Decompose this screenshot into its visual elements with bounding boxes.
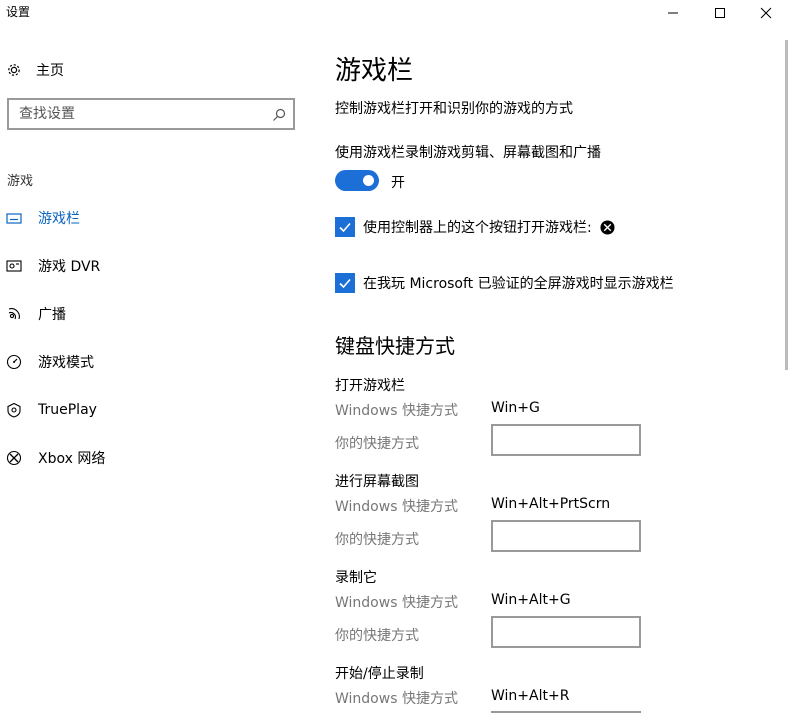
xbox-icon <box>6 450 22 466</box>
game-bar-icon <box>6 210 22 226</box>
sidebar-item-label: TruePlay <box>38 402 97 418</box>
search-input[interactable] <box>9 100 259 128</box>
game-dvr-icon <box>6 258 22 274</box>
shortcut-title: 开始/停止录制 <box>335 666 424 682</box>
fullscreen-game-checkbox[interactable] <box>335 273 355 293</box>
fullscreen-checkbox-row: 在我玩 Microsoft 已验证的全屏游戏时显示游戏栏 <box>363 273 674 293</box>
windows-shortcut-label: Windows 快捷方式 <box>335 595 458 611</box>
sidebar-item-xbox-network[interactable]: Xbox 网络 <box>6 446 105 470</box>
windows-shortcut-label: Windows 快捷方式 <box>335 403 458 419</box>
windows-shortcut-value: Win+Alt+G <box>491 592 571 608</box>
your-shortcut-input[interactable] <box>491 520 641 552</box>
windows-shortcut-value: Win+Alt+PrtScrn <box>491 496 611 512</box>
home-label: 主页 <box>36 63 64 79</box>
sidebar: 主页 游戏 游戏栏 游戏 DVR <box>0 30 305 714</box>
shortcut-title: 进行屏幕截图 <box>335 474 419 490</box>
gear-icon <box>6 62 22 78</box>
main-content: 游戏栏 控制游戏栏打开和识别你的游戏的方式 使用游戏栏录制游戏剪辑、屏幕截图和广… <box>335 0 775 714</box>
sidebar-item-label: 游戏模式 <box>38 355 94 371</box>
toggle-knob <box>363 175 374 186</box>
search-box <box>7 98 295 130</box>
your-shortcut-label: 你的快捷方式 <box>335 628 419 644</box>
game-mode-icon <box>6 354 22 370</box>
shortcuts-header: 键盘快捷方式 <box>335 334 455 358</box>
page-description: 控制游戏栏打开和识别你的游戏的方式 <box>335 101 573 117</box>
sidebar-item-game-mode[interactable]: 游戏模式 <box>6 350 94 374</box>
sidebar-item-broadcast[interactable]: 广播 <box>6 302 66 326</box>
your-shortcut-label: 你的快捷方式 <box>335 436 419 452</box>
windows-shortcut-value: Win+Alt+R <box>491 688 570 704</box>
section-label: 游戏 <box>7 174 34 189</box>
xbox-button-icon <box>600 219 615 235</box>
window-title: 设置 <box>6 5 31 19</box>
checkmark-icon <box>339 278 351 289</box>
controller-checkbox-row: 使用控制器上的这个按钮打开游戏栏: <box>363 217 615 237</box>
checkmark-icon <box>339 222 351 233</box>
sidebar-item-label: 游戏 DVR <box>38 259 101 275</box>
search-icon[interactable] <box>271 107 287 123</box>
home-nav-item[interactable]: 主页 <box>6 58 64 82</box>
record-setting-label: 使用游戏栏录制游戏剪辑、屏幕截图和广播 <box>335 145 601 161</box>
scrollbar-thumb[interactable] <box>785 40 788 370</box>
fullscreen-checkbox-label: 在我玩 Microsoft 已验证的全屏游戏时显示游戏栏 <box>363 276 674 292</box>
shortcut-title: 录制它 <box>335 570 377 586</box>
your-shortcut-input[interactable] <box>491 616 641 648</box>
sidebar-item-label: 广播 <box>38 307 66 323</box>
broadcast-icon <box>6 306 22 322</box>
sidebar-item-trueplay[interactable]: TruePlay <box>6 398 97 422</box>
page-title: 游戏栏 <box>335 56 414 86</box>
sidebar-item-game-dvr[interactable]: 游戏 DVR <box>6 254 100 278</box>
sidebar-item-label: Xbox 网络 <box>38 451 106 467</box>
shortcut-title: 打开游戏栏 <box>335 378 405 394</box>
controller-checkbox-label: 使用控制器上的这个按钮打开游戏栏: <box>363 220 592 236</box>
trueplay-icon <box>6 402 22 418</box>
sidebar-item-game-bar[interactable]: 游戏栏 <box>6 206 80 230</box>
record-toggle[interactable] <box>335 170 379 191</box>
windows-shortcut-value: Win+G <box>491 400 540 416</box>
your-shortcut-label: 你的快捷方式 <box>335 532 419 548</box>
windows-shortcut-label: Windows 快捷方式 <box>335 499 458 515</box>
windows-shortcut-label: Windows 快捷方式 <box>335 691 458 707</box>
your-shortcut-input[interactable] <box>491 424 641 456</box>
toggle-state-label: 开 <box>391 175 405 191</box>
sidebar-item-label: 游戏栏 <box>38 211 80 227</box>
controller-button-checkbox[interactable] <box>335 217 355 237</box>
